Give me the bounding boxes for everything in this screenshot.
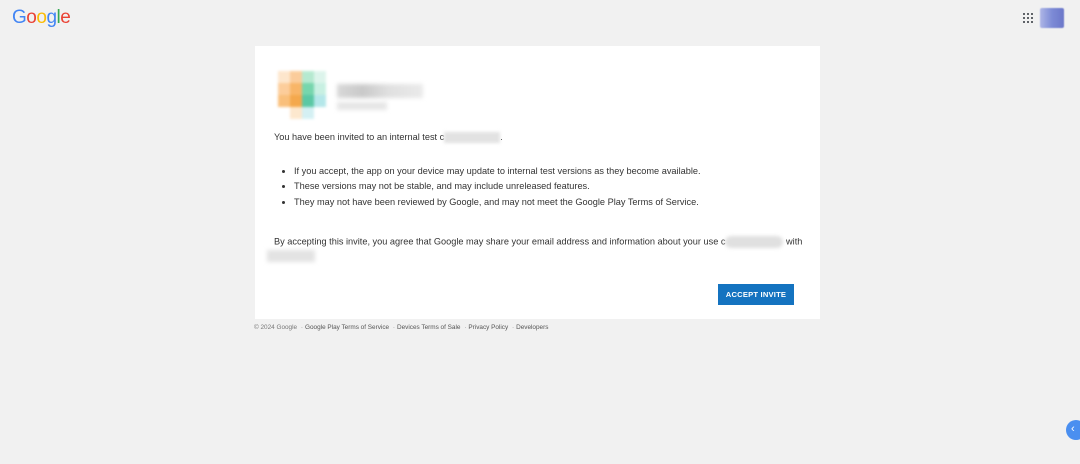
condition-item: If you accept, the app on your device ma… bbox=[294, 166, 701, 177]
app-name-inline-redacted bbox=[444, 132, 501, 144]
app-developer-redacted bbox=[337, 102, 387, 110]
logo-letter: e bbox=[60, 7, 71, 28]
invite-text-end: . bbox=[500, 132, 503, 142]
top-bar: Google bbox=[0, 0, 1080, 36]
condition-item: They may not have been reviewed by Googl… bbox=[294, 197, 701, 208]
app-name-agreement-redacted bbox=[725, 236, 784, 248]
invite-conditions-list: If you accept, the app on your device ma… bbox=[284, 166, 701, 212]
footer-link-privacy[interactable]: Privacy Policy bbox=[468, 324, 508, 331]
logo-letter: o bbox=[26, 7, 37, 28]
invite-card: You have been invited to an internal tes… bbox=[255, 46, 820, 319]
accept-invite-button[interactable]: ACCEPT INVITE bbox=[718, 284, 794, 305]
agreement-text-start: By accepting this invite, you agree that… bbox=[274, 236, 726, 247]
invite-message: You have been invited to an internal tes… bbox=[274, 132, 503, 144]
account-avatar[interactable] bbox=[1040, 8, 1064, 28]
developer-name-redacted bbox=[267, 250, 315, 262]
agreement-text: By accepting this invite, you agree that… bbox=[274, 236, 802, 248]
logo-letter: g bbox=[46, 7, 57, 28]
logo-letter: o bbox=[36, 7, 47, 28]
apps-grid-icon[interactable] bbox=[1023, 13, 1033, 23]
footer-link-developers[interactable]: Developers bbox=[516, 324, 548, 331]
app-name-redacted bbox=[337, 84, 423, 98]
footer: © 2024 Google · Google Play Terms of Serv… bbox=[254, 324, 549, 331]
invite-text-start: You have been invited to an internal tes… bbox=[274, 132, 445, 142]
app-icon bbox=[278, 71, 326, 119]
copyright: © 2024 Google bbox=[254, 324, 298, 331]
footer-link-devices-terms[interactable]: Devices Terms of Sale bbox=[397, 324, 460, 331]
logo-letter: G bbox=[12, 7, 27, 28]
footer-link-play-terms[interactable]: Google Play Terms of Service bbox=[305, 324, 389, 331]
condition-item: These versions may not be stable, and ma… bbox=[294, 181, 701, 192]
google-logo[interactable]: Google bbox=[12, 7, 71, 29]
agreement-text-end: with bbox=[783, 236, 803, 247]
chevron-left-icon[interactable]: ‹ bbox=[1066, 420, 1080, 440]
